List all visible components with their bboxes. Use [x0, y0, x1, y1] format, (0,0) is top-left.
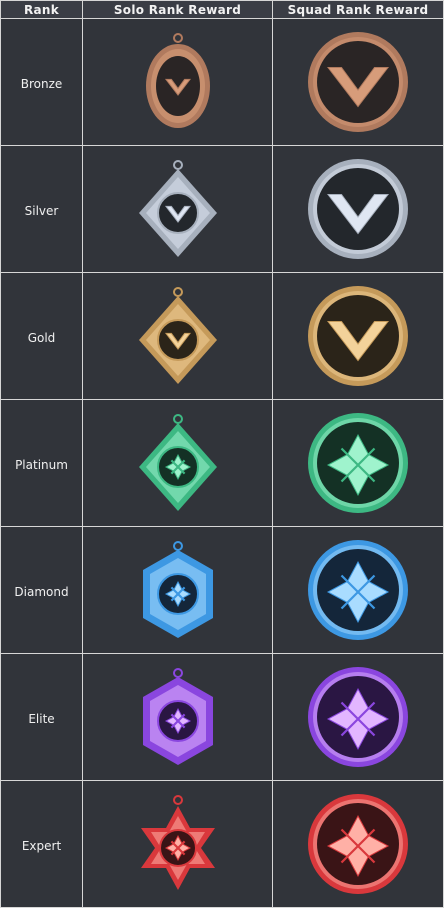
- table-row: Gold: [0, 272, 444, 400]
- header-solo-rank-reward: Solo Rank Reward: [82, 0, 273, 19]
- rank-label: Platinum: [15, 457, 68, 472]
- pendant-graphic: [138, 160, 217, 257]
- rank-label: Diamond: [14, 584, 69, 599]
- rank-cell: Elite: [0, 653, 83, 781]
- pendant-graphic: [145, 33, 210, 128]
- badge-graphic: [308, 540, 408, 640]
- platinum-pendant-icon: [83, 407, 272, 519]
- gold-pendant-icon: [83, 280, 272, 392]
- solo-reward-cell: [82, 780, 273, 908]
- diamond-pendant-icon: [83, 534, 272, 646]
- rank-cell: Silver: [0, 145, 83, 273]
- gold-badge-icon: [273, 284, 443, 388]
- silver-badge-icon: [273, 157, 443, 261]
- solo-reward-cell: [82, 18, 273, 146]
- bronze-badge-icon: [273, 30, 443, 134]
- header-rank: Rank: [0, 0, 83, 19]
- badge-graphic: [308, 413, 408, 513]
- squad-reward-cell: [272, 780, 444, 908]
- pendant-graphic: [140, 795, 215, 890]
- solo-reward-cell: [82, 145, 273, 273]
- pendant-graphic: [142, 668, 213, 765]
- rank-label: Silver: [24, 203, 59, 218]
- table-row: Elite: [0, 653, 444, 781]
- table-row: Platinum: [0, 399, 444, 527]
- header-row: Rank Solo Rank Reward Squad Rank Reward: [0, 0, 444, 19]
- rank-reward-table: Rank Solo Rank Reward Squad Rank Reward …: [0, 0, 444, 908]
- squad-reward-cell: [272, 653, 444, 781]
- rank-label: Bronze: [20, 76, 63, 91]
- table-row: Silver: [0, 145, 444, 273]
- solo-reward-cell: [82, 526, 273, 654]
- expert-pendant-icon: [83, 788, 272, 900]
- elite-badge-icon: [273, 665, 443, 769]
- diamond-badge-icon: [273, 538, 443, 642]
- table-row: Diamond: [0, 526, 444, 654]
- badge-graphic: [308, 286, 408, 386]
- solo-reward-cell: [82, 653, 273, 781]
- squad-reward-cell: [272, 272, 444, 400]
- pendant-graphic: [142, 541, 213, 638]
- badge-graphic: [308, 794, 408, 894]
- rank-label: Expert: [21, 838, 62, 853]
- table-row: Expert: [0, 780, 444, 908]
- rank-cell: Diamond: [0, 526, 83, 654]
- solo-reward-cell: [82, 399, 273, 527]
- rank-cell: Gold: [0, 272, 83, 400]
- platinum-badge-icon: [273, 411, 443, 515]
- squad-reward-cell: [272, 526, 444, 654]
- solo-reward-cell: [82, 272, 273, 400]
- bronze-pendant-icon: [83, 26, 272, 138]
- badge-graphic: [308, 32, 408, 132]
- pendant-graphic: [138, 287, 217, 384]
- badge-graphic: [308, 159, 408, 259]
- rank-cell: Expert: [0, 780, 83, 908]
- rank-cell: Bronze: [0, 18, 83, 146]
- elite-pendant-icon: [83, 661, 272, 773]
- expert-badge-icon: [273, 792, 443, 896]
- table-row: Bronze: [0, 18, 444, 146]
- squad-reward-cell: [272, 145, 444, 273]
- rank-cell: Platinum: [0, 399, 83, 527]
- header-squad-rank-reward: Squad Rank Reward: [272, 0, 444, 19]
- rank-label: Elite: [28, 711, 55, 726]
- silver-pendant-icon: [83, 153, 272, 265]
- rank-label: Gold: [27, 330, 56, 345]
- badge-graphic: [308, 667, 408, 767]
- pendant-graphic: [138, 414, 217, 511]
- squad-reward-cell: [272, 18, 444, 146]
- squad-reward-cell: [272, 399, 444, 527]
